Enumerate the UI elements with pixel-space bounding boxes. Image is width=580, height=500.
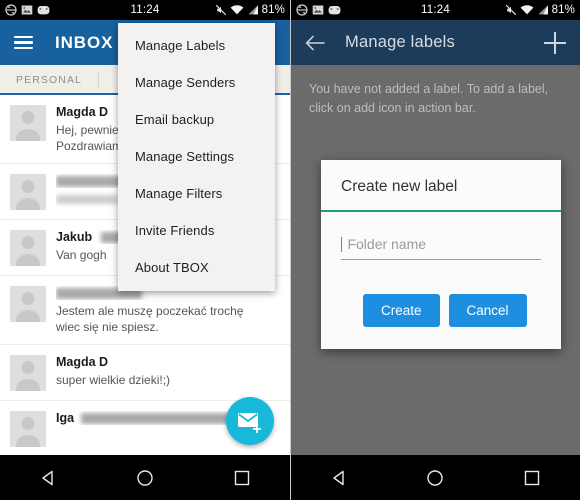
nav-recents-icon[interactable] [523,469,541,487]
avatar [10,105,46,141]
avatar [10,355,46,391]
android-nav-bar [0,455,290,500]
page-title: Manage labels [345,33,455,51]
mute-icon [505,4,516,16]
menu-item-manage-labels[interactable]: Manage Labels [118,27,275,64]
menu-item-invite-friends[interactable]: Invite Friends [118,212,275,249]
overflow-menu[interactable]: Manage Labels Manage Senders Email backu… [118,23,275,291]
avatar [10,174,46,210]
signal-icon [248,5,258,15]
mail-preview-line: super wielkie dzieki!;) [56,373,171,387]
dual-screenshot: 11:24 81% INBOX PERSONAL Magda D Hej, pe… [0,0,580,500]
menu-item-about-tbox[interactable]: About TBOX [118,249,275,286]
menu-item-email-backup[interactable]: Email backup [118,101,275,138]
status-bar: 11:24 81% [0,0,290,20]
folder-name-input[interactable]: Folder name [341,236,541,260]
wifi-icon [520,5,534,15]
nav-back-icon[interactable] [39,469,57,487]
avatar [10,411,46,447]
mail-sender: Magda D [56,355,109,369]
list-item[interactable]: Magda D super wielkie dzieki!;) [0,345,290,401]
hamburger-icon[interactable] [14,35,33,50]
compose-fab[interactable] [226,397,274,445]
plus-icon[interactable] [544,31,566,54]
create-button[interactable]: Create [363,294,440,327]
manage-labels-toolbar: Manage labels [291,20,580,65]
tab-personal[interactable]: PERSONAL [0,65,98,95]
avatar [10,230,46,266]
battery-percentage: 81% [551,4,575,16]
status-bar: 11:24 81% [291,0,580,20]
compose-mail-icon [238,413,261,433]
battery-percentage: 81% [261,4,285,16]
create-label-dialog: Create new label Folder name Create Canc… [321,160,561,349]
page-title: INBOX [55,32,114,52]
menu-item-manage-filters[interactable]: Manage Filters [118,175,275,212]
tab-divider [98,72,99,88]
menu-item-manage-settings[interactable]: Manage Settings [118,138,275,175]
mail-preview-line: Jestem ale muszę poczekać trochę [56,304,244,318]
nav-recents-icon[interactable] [233,469,251,487]
signal-icon [538,5,548,15]
android-nav-bar [291,455,580,500]
empty-state-message: You have not added a label. To add a lab… [309,82,549,115]
menu-item-manage-senders[interactable]: Manage Senders [118,64,275,101]
dialog-title: Create new label [341,178,458,195]
avatar [10,286,46,322]
mail-preview-line: wiec się nie spiesz. [56,320,159,334]
back-arrow-icon[interactable] [305,34,325,52]
left-screen: 11:24 81% INBOX PERSONAL Magda D Hej, pe… [0,0,290,500]
status-bar-system-icons: 81% [215,4,285,16]
text-cursor [341,237,342,252]
nav-home-icon[interactable] [136,469,154,487]
right-screen: 11:24 81% Manage labels You have not add… [290,0,580,500]
folder-name-placeholder: Folder name [347,236,427,252]
dialog-actions: Create Cancel [321,276,561,349]
nav-home-icon[interactable] [426,469,444,487]
cancel-button[interactable]: Cancel [448,294,527,327]
wifi-icon [230,5,244,15]
nav-back-icon[interactable] [330,469,348,487]
status-bar-system-icons: 81% [505,4,575,16]
mute-icon [215,4,226,16]
